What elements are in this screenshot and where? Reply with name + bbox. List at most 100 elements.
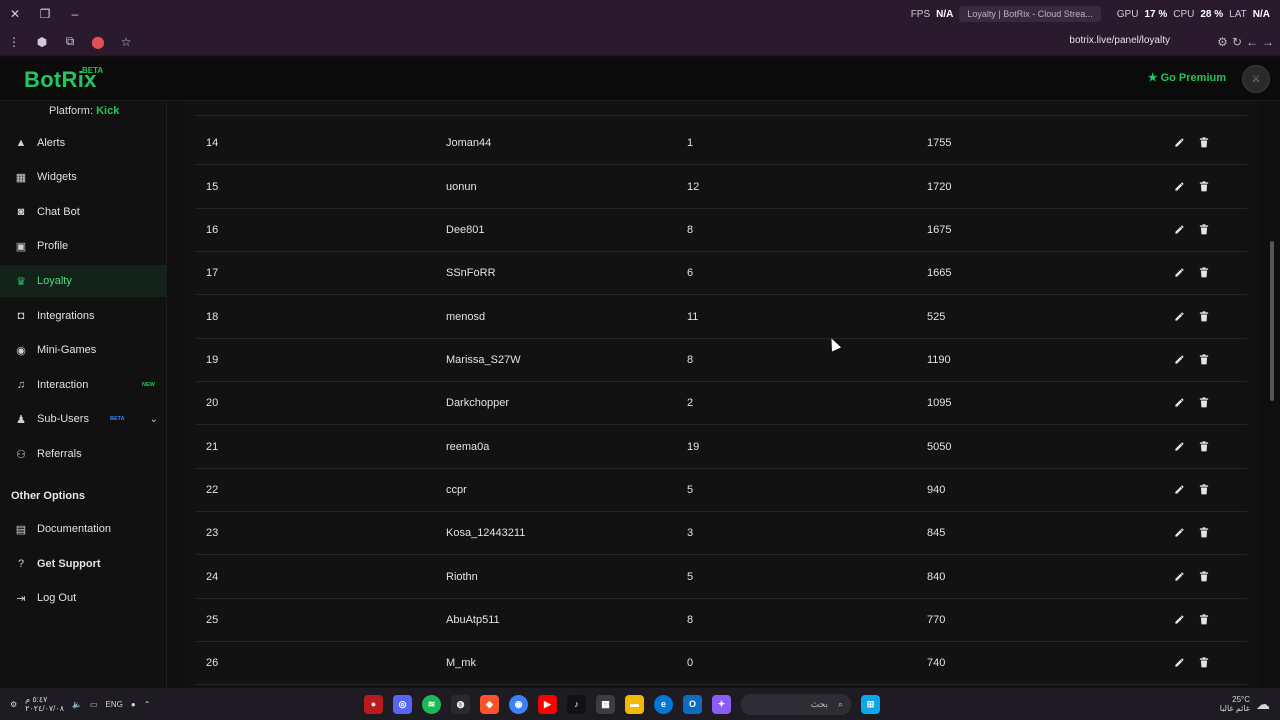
username-cell: menosd bbox=[446, 311, 486, 323]
sidebar-item-referrals[interactable]: ⚇ Referrals bbox=[0, 438, 166, 470]
close-window-icon[interactable]: ✕ bbox=[0, 0, 30, 28]
edit-icon[interactable] bbox=[1172, 309, 1186, 323]
trash-icon[interactable] bbox=[1197, 439, 1211, 453]
taskbar-search[interactable]: بحث ⌕ bbox=[741, 693, 851, 715]
trash-icon[interactable] bbox=[1197, 265, 1211, 279]
edit-icon[interactable] bbox=[1172, 482, 1186, 496]
table-row: 20 Darkchopper 2 1095 bbox=[195, 382, 1247, 425]
sidebar-item-loyalty[interactable]: ♛ Loyalty bbox=[0, 265, 166, 297]
username-cell: Kosa_12443211 bbox=[446, 527, 526, 539]
sidebar-item-profile[interactable]: ▣ Profile bbox=[0, 230, 166, 262]
sidebar-item-integrations[interactable]: ◘ Integrations bbox=[0, 300, 166, 332]
extension-icon[interactable]: ⬢ bbox=[28, 28, 56, 56]
copilot-icon[interactable]: ✦ bbox=[712, 694, 731, 714]
trash-icon[interactable] bbox=[1197, 222, 1211, 236]
steam-icon[interactable]: ◍ bbox=[451, 694, 470, 714]
edit-icon[interactable] bbox=[1172, 569, 1186, 583]
trash-icon[interactable] bbox=[1197, 352, 1211, 366]
microphone-icon[interactable]: ● bbox=[131, 700, 136, 709]
sidebar: Platform: Kick ▲ Alerts ▦ Widgets ◙ Chat… bbox=[0, 101, 167, 688]
trash-icon[interactable] bbox=[1197, 482, 1211, 496]
app-icon-1[interactable]: ● bbox=[364, 694, 383, 714]
trash-icon[interactable] bbox=[1197, 135, 1211, 149]
sidebar-item-interaction[interactable]: ♫ Interaction NEW bbox=[0, 369, 166, 401]
cloud-icon[interactable]: ☁ bbox=[1256, 696, 1270, 713]
language-indicator[interactable]: ENG bbox=[106, 700, 123, 709]
points-cell: 845 bbox=[927, 527, 946, 539]
level-cell: 19 bbox=[687, 441, 700, 453]
username-cell: AbuAtp511 bbox=[446, 614, 500, 626]
store-icon[interactable]: ▦ bbox=[596, 694, 615, 714]
youtube-icon[interactable]: ▶ bbox=[538, 694, 557, 714]
edit-icon[interactable] bbox=[1172, 179, 1186, 193]
sidebar-item-sub-users[interactable]: ♟ Sub-Users BETA ⌄ bbox=[0, 403, 166, 435]
trash-icon[interactable] bbox=[1197, 655, 1211, 669]
avatar[interactable]: ⚔ bbox=[1242, 65, 1270, 93]
browser-tab[interactable]: Loyalty | BotRix - Cloud Strea... bbox=[959, 6, 1101, 22]
trash-icon[interactable] bbox=[1197, 309, 1211, 323]
chevron-down-icon[interactable]: ⌄ bbox=[150, 414, 158, 425]
level-cell: 2 bbox=[687, 397, 694, 409]
trash-icon[interactable] bbox=[1197, 179, 1211, 193]
weather-temp: 25°C bbox=[1232, 695, 1250, 704]
outlook-icon[interactable]: O bbox=[683, 694, 702, 714]
rank-cell: 26 bbox=[206, 657, 219, 669]
edit-icon[interactable] bbox=[1172, 439, 1186, 453]
sidebar-item-documentation[interactable]: ▤ Documentation bbox=[0, 513, 166, 545]
network-icon[interactable]: ▭ bbox=[90, 700, 98, 709]
scrollbar-thumb[interactable] bbox=[1270, 241, 1274, 401]
shield-extension-icon[interactable]: ⬤ bbox=[84, 28, 112, 56]
edit-icon[interactable] bbox=[1172, 612, 1186, 626]
chevron-up-icon[interactable]: ⌃ bbox=[144, 700, 151, 709]
sidebar-item-chat-bot[interactable]: ◙ Chat Bot bbox=[0, 196, 166, 228]
scrollbar[interactable] bbox=[1270, 101, 1276, 688]
edit-icon[interactable] bbox=[1172, 265, 1186, 279]
url-text[interactable]: botrix.live/panel/loyalty bbox=[1069, 35, 1170, 46]
username-cell: Dee801 bbox=[446, 224, 485, 236]
level-cell: 1 bbox=[687, 137, 694, 149]
sidebar-item-log-out[interactable]: ⇥ Log Out bbox=[0, 582, 166, 614]
sidebar-item-label: Get Support bbox=[37, 558, 101, 570]
go-premium-button[interactable]: ★ Go Premium bbox=[1148, 71, 1226, 85]
sidebar-item-get-support[interactable]: ? Get Support bbox=[0, 548, 166, 580]
site-settings-icon[interactable]: ⚙ bbox=[1217, 35, 1228, 49]
tiktok-icon[interactable]: ♪ bbox=[567, 694, 586, 714]
table-row: 14 Joman44 1 1755 bbox=[195, 122, 1247, 165]
bookmark-star-icon[interactable]: ☆ bbox=[112, 28, 140, 56]
edge-icon[interactable]: e bbox=[654, 694, 673, 714]
gear-icon[interactable]: ⚙ bbox=[10, 700, 17, 709]
edit-icon[interactable] bbox=[1172, 222, 1186, 236]
menu-dots-icon[interactable]: ⋮ bbox=[0, 28, 28, 56]
lat-label: LAT bbox=[1229, 8, 1247, 20]
edit-icon[interactable] bbox=[1172, 655, 1186, 669]
back-icon[interactable]: ← bbox=[1246, 35, 1258, 49]
speaker-icon[interactable]: 🔈 bbox=[72, 700, 82, 709]
gamepad-icon: ◉ bbox=[16, 344, 26, 357]
trash-icon[interactable] bbox=[1197, 612, 1211, 626]
forward-icon[interactable]: → bbox=[1262, 35, 1274, 49]
username-cell: Joman44 bbox=[446, 137, 492, 149]
puzzle-icon[interactable]: ⧉ bbox=[56, 28, 84, 56]
trash-icon[interactable] bbox=[1197, 525, 1211, 539]
sidebar-item-alerts[interactable]: ▲ Alerts bbox=[0, 127, 166, 159]
chrome-icon[interactable]: ◉ bbox=[509, 694, 528, 714]
minimize-window-icon[interactable]: – bbox=[60, 0, 90, 28]
edit-icon[interactable] bbox=[1172, 525, 1186, 539]
spotify-icon[interactable]: ≋ bbox=[422, 694, 441, 714]
folder-icon[interactable]: ▬ bbox=[625, 694, 644, 714]
trash-icon[interactable] bbox=[1197, 569, 1211, 583]
sidebar-item-widgets[interactable]: ▦ Widgets bbox=[0, 161, 166, 193]
edit-icon[interactable] bbox=[1172, 395, 1186, 409]
edit-icon[interactable] bbox=[1172, 135, 1186, 149]
discord-icon[interactable]: ◎ bbox=[393, 694, 412, 714]
loyalty-table: 13Rory3511198514Joman441175515uonun12172… bbox=[183, 101, 1259, 688]
beta-badge: BETA bbox=[110, 416, 125, 422]
reload-icon[interactable]: ↻ bbox=[1232, 35, 1242, 49]
restore-window-icon[interactable]: ❐ bbox=[30, 0, 60, 28]
trash-icon[interactable] bbox=[1197, 395, 1211, 409]
sidebar-item-mini-games[interactable]: ◉ Mini-Games bbox=[0, 334, 166, 366]
windows-start-icon[interactable]: ⊞ bbox=[861, 694, 880, 714]
edit-icon[interactable] bbox=[1172, 352, 1186, 366]
username-cell: reema0a bbox=[446, 441, 490, 453]
brave-icon[interactable]: ◆ bbox=[480, 694, 499, 714]
